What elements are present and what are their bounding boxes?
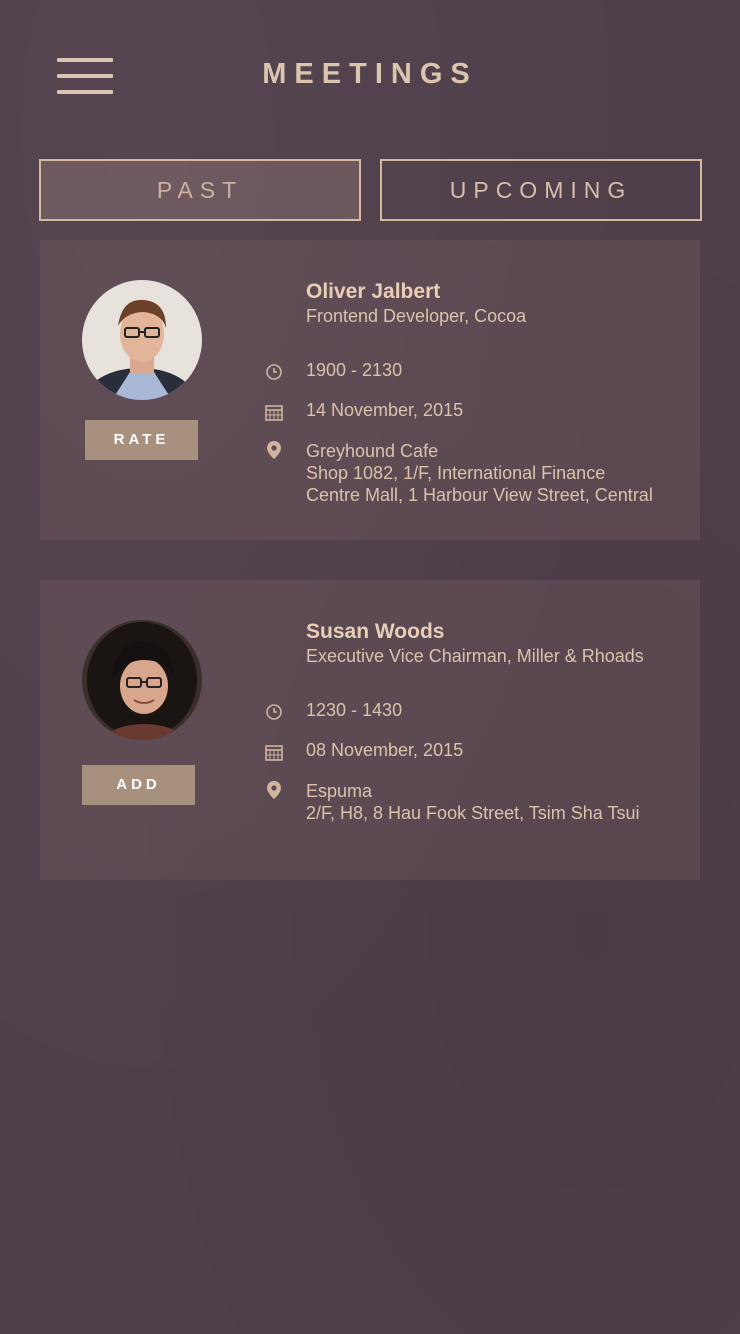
- venue-name: Espuma: [306, 781, 373, 801]
- meeting-time: 1230 - 1430: [306, 700, 403, 720]
- page-title: MEETINGS: [262, 58, 478, 90]
- attendee-role: Executive Vice Chairman, Miller & Rhoads: [306, 646, 644, 666]
- add-button[interactable]: ADD: [82, 765, 195, 805]
- avatar: [82, 620, 202, 740]
- venue-address-line1: Shop 1082, 1/F, International Finance: [306, 463, 606, 483]
- clock-icon: [266, 704, 282, 720]
- venue-name: Greyhound Cafe: [306, 441, 439, 461]
- attendee-name: Oliver Jalbert: [306, 280, 441, 303]
- calendar-icon: [265, 745, 283, 761]
- meeting-time: 1900 - 2130: [306, 360, 403, 380]
- tab-upcoming[interactable]: UPCOMING: [380, 159, 702, 221]
- avatar: [82, 280, 202, 400]
- venue-address-line1: 2/F, H8, 8 Hau Fook Street, Tsim Sha Tsu…: [306, 803, 640, 823]
- meeting-date: 08 November, 2015: [306, 740, 464, 760]
- clock-icon: [266, 364, 282, 380]
- location-pin-icon: [267, 441, 281, 459]
- meeting-date: 14 November, 2015: [306, 400, 464, 420]
- attendee-role: Frontend Developer, Cocoa: [306, 306, 527, 326]
- location-pin-icon: [267, 781, 281, 799]
- meeting-card: ADD Susan Woods Executive Vice Chairman,…: [40, 580, 700, 880]
- calendar-icon: [265, 405, 283, 421]
- rate-button[interactable]: RATE: [85, 420, 198, 460]
- venue-address-line2: Centre Mall, 1 Harbour View Street, Cent…: [306, 485, 653, 505]
- meeting-card: RATE Oliver Jalbert Frontend Developer, …: [40, 240, 700, 540]
- tab-past[interactable]: PAST: [39, 159, 361, 221]
- attendee-name: Susan Woods: [306, 620, 445, 643]
